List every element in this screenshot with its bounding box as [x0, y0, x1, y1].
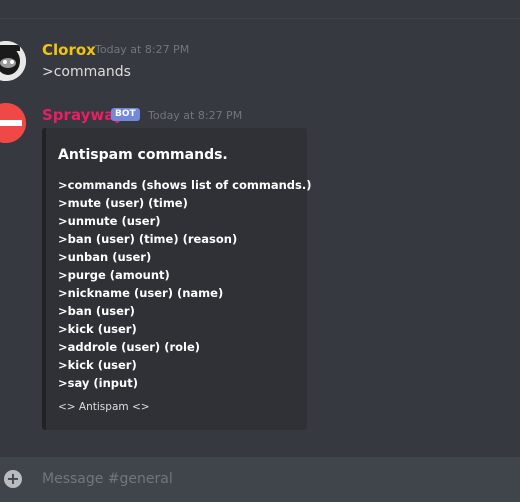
- embed-line: >unmute (user): [58, 214, 161, 228]
- embed-line: >ban (user): [58, 304, 135, 318]
- embed-line: >mute (user) (time): [58, 196, 188, 210]
- timestamp-sprayway: Today at 8:27 PM: [148, 109, 243, 122]
- embed-line: >nickname (user) (name): [58, 286, 224, 300]
- embed: Antispam commands. >commands (shows list…: [42, 128, 311, 430]
- timestamp-clorox: Today at 8:27 PM: [95, 43, 190, 56]
- embed-line: >purge (amount): [58, 268, 170, 282]
- embed-footer: <> Antispam <>: [58, 401, 150, 413]
- avatar-sprayway[interactable]: [0, 103, 26, 143]
- message-input-bar: +: [0, 457, 520, 502]
- username-clorox[interactable]: Clorox: [42, 40, 96, 60]
- avatar-clorox[interactable]: [0, 41, 26, 81]
- plus-circle-icon[interactable]: +: [4, 470, 22, 488]
- embed-title: Antispam commands.: [58, 147, 228, 163]
- embed-line: >addrole (user) (role): [58, 340, 201, 354]
- embed-command-list: >commands (shows list of commands.) >mut…: [58, 176, 311, 392]
- message-text-clorox: >commands: [42, 64, 131, 80]
- embed-line: >ban (user) (time) (reason): [58, 232, 238, 246]
- message-input[interactable]: [42, 469, 502, 489]
- embed-line: >kick (user): [58, 358, 137, 372]
- bot-tag: BOT: [111, 108, 140, 121]
- embed-line: >commands (shows list of commands.): [58, 178, 312, 192]
- embed-line: >say (input): [58, 376, 138, 390]
- top-divider: [0, 18, 520, 19]
- embed-line: >unban (user): [58, 250, 152, 264]
- embed-line: >kick (user): [58, 322, 137, 336]
